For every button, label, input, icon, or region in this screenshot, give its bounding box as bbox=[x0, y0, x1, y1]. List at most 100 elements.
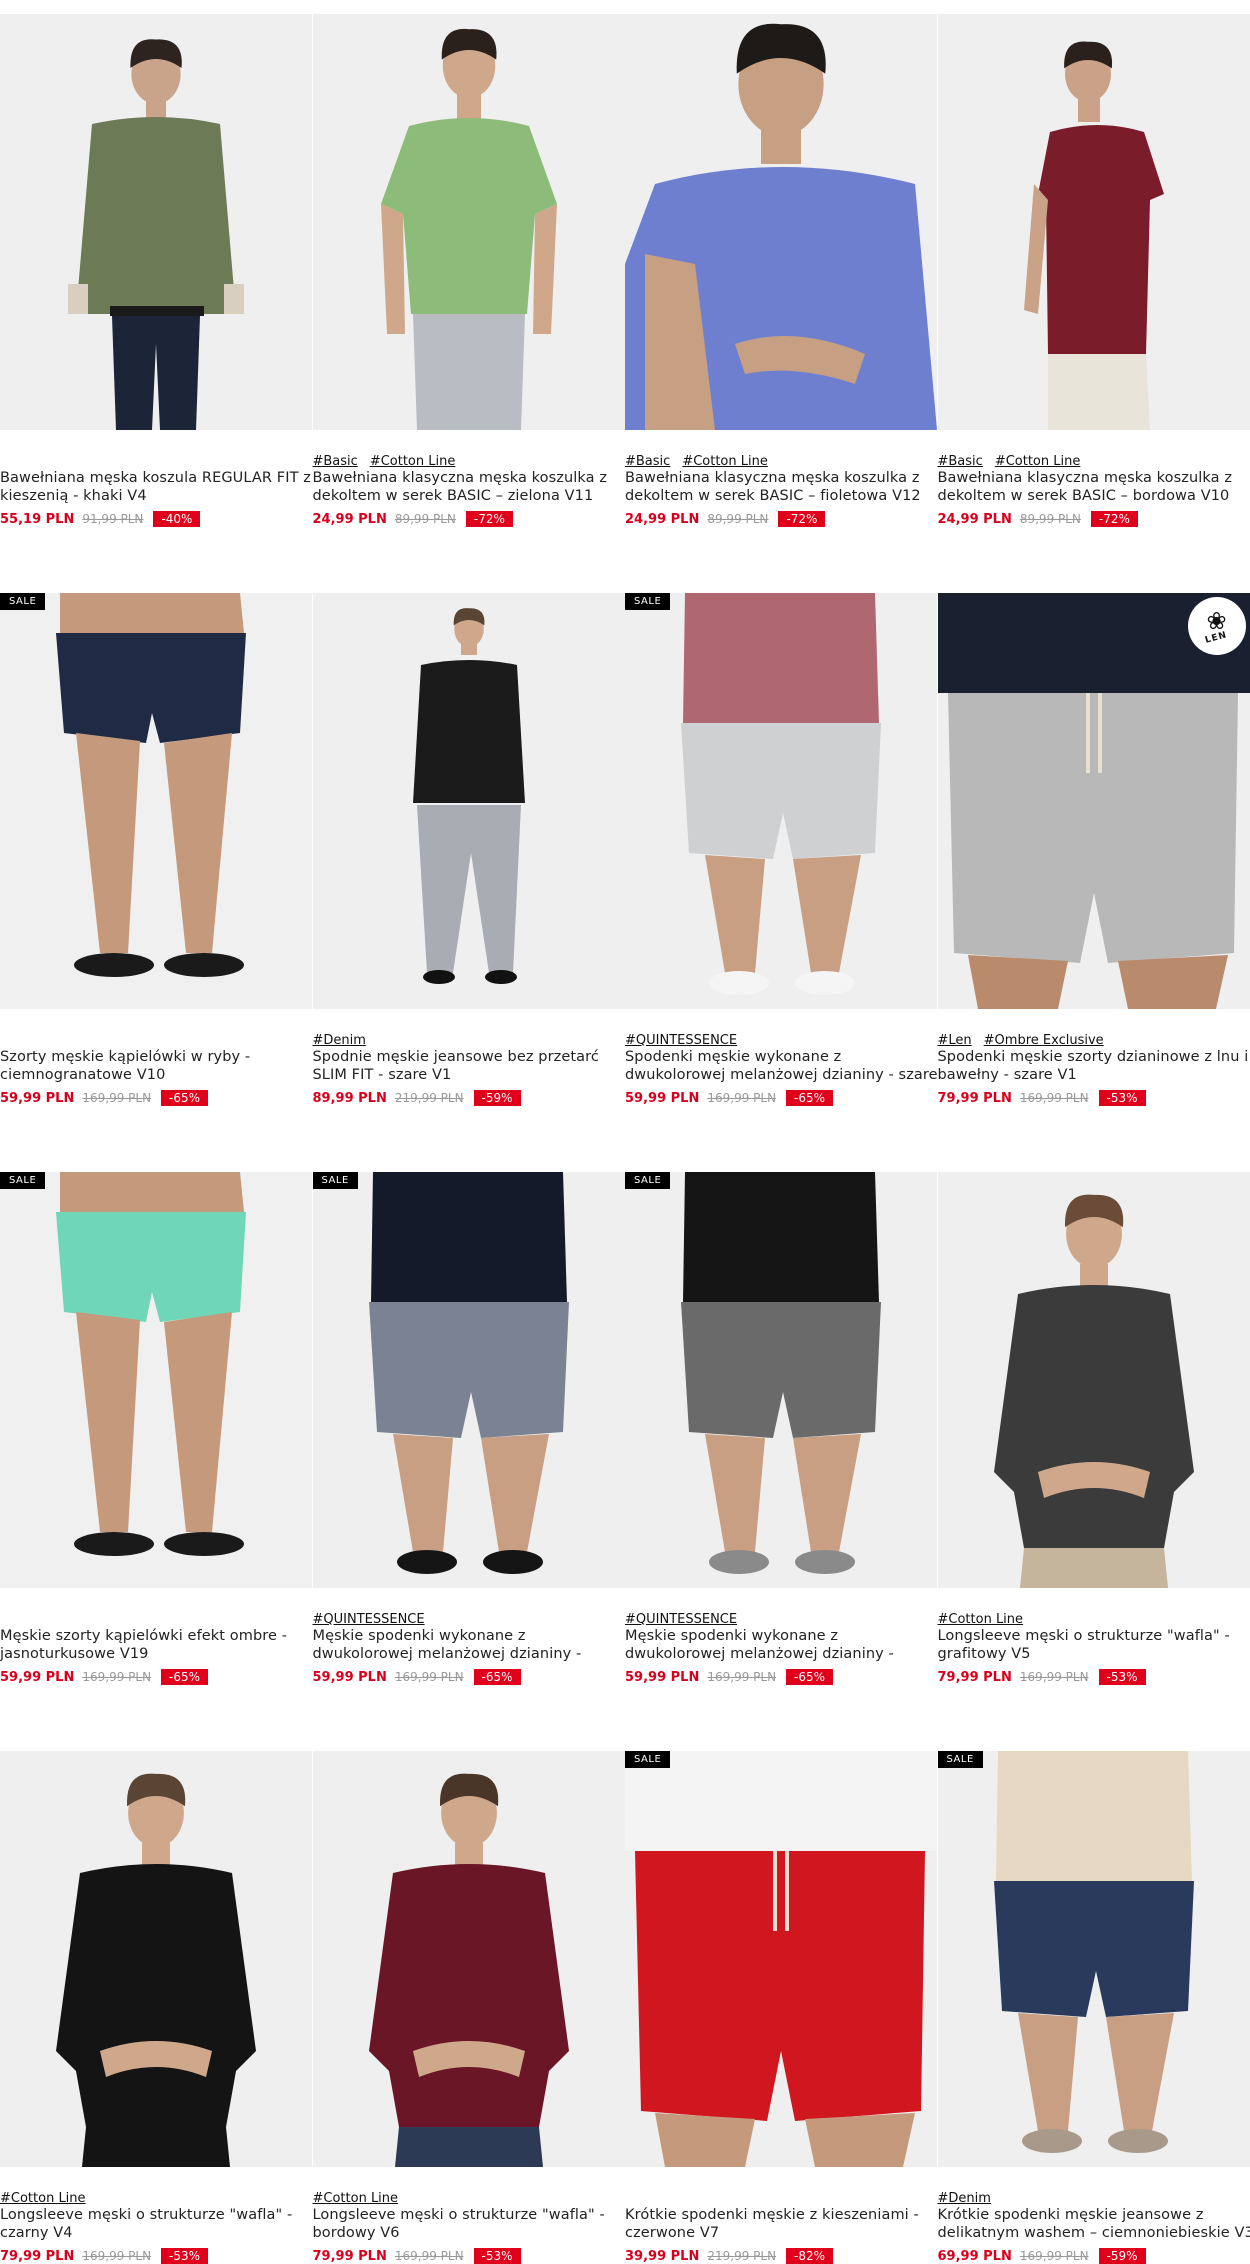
product-card[interactable]: SALE #QUINTESSENCESpodenki męskie wykonan… bbox=[625, 593, 937, 1106]
product-card[interactable]: SALESzorty męskie kąpielówki w ryby - ci… bbox=[0, 593, 312, 1106]
product-tag-link[interactable]: #Cotton Line bbox=[938, 1612, 1024, 1627]
product-title[interactable]: Męskie spodenki wykonane z dwukolorowej … bbox=[313, 1628, 631, 1663]
original-price: 219,99 PLN bbox=[395, 1091, 464, 1105]
product-card[interactable]: #Basic#Cotton LineBawełniana klasyczna m… bbox=[625, 14, 937, 527]
product-tag-link[interactable]: #Cotton Line bbox=[370, 454, 456, 469]
product-image[interactable] bbox=[313, 14, 625, 430]
product-title[interactable]: Bawełniana męska koszula REGULAR FIT z k… bbox=[0, 470, 318, 505]
product-tags bbox=[0, 454, 312, 470]
product-card[interactable]: Bawełniana męska koszula REGULAR FIT z k… bbox=[0, 14, 312, 527]
product-title[interactable]: Krótkie spodenki męskie jeansowe z delik… bbox=[938, 2207, 1250, 2242]
product-prices: 89,99 PLN219,99 PLN-59% bbox=[313, 1090, 625, 1106]
product-tag-link[interactable]: #Len bbox=[938, 1033, 972, 1048]
flower-icon: ❀ bbox=[1206, 609, 1226, 633]
product-card[interactable]: #DenimSpodnie męskie jeansowe bez przeta… bbox=[313, 593, 625, 1106]
product-image[interactable] bbox=[938, 1172, 1250, 1588]
product-card[interactable]: SALEKrótkie spodenki męskie z kieszeniam… bbox=[625, 1751, 937, 2264]
original-price: 169,99 PLN bbox=[1020, 1091, 1089, 1105]
product-card[interactable]: #Basic #Cotton LineBawełniana klasyczna m… bbox=[938, 14, 1250, 527]
discount-badge: -59% bbox=[474, 1090, 521, 1106]
product-tags: #Denim bbox=[313, 1033, 625, 1049]
product-prices: 39,99 PLN219,99 PLN-82% bbox=[625, 2248, 937, 2264]
product-prices: 79,99 PLN169,99 PLN-53% bbox=[938, 1669, 1250, 1685]
original-price: 169,99 PLN bbox=[1020, 1670, 1089, 1684]
product-title[interactable]: Spodenki męskie szorty dzianinowe z lnu … bbox=[938, 1049, 1250, 1084]
product-tag-link[interactable]: #Cotton Line bbox=[995, 454, 1081, 469]
product-card[interactable]: #Basic#Cotton LineBawełniana klasyczna m… bbox=[313, 14, 625, 527]
discount-badge: -72% bbox=[778, 511, 825, 527]
product-image[interactable]: SALE bbox=[625, 593, 937, 1009]
product-image[interactable]: SALE bbox=[625, 1172, 937, 1588]
product-title[interactable]: Męskie spodenki wykonane z dwukolorowej … bbox=[625, 1628, 943, 1663]
sale-price: 79,99 PLN bbox=[0, 2249, 74, 2264]
product-tag-link[interactable]: #Denim bbox=[313, 1033, 366, 1048]
original-price: 89,99 PLN bbox=[395, 512, 456, 526]
product-card[interactable]: #Cotton LineLongsleeve męski o strukturz… bbox=[313, 1751, 625, 2264]
product-title[interactable]: Męskie szorty kąpielówki efekt ombre - j… bbox=[0, 1628, 318, 1663]
product-title[interactable]: Szorty męskie kąpielówki w ryby - ciemno… bbox=[0, 1049, 318, 1084]
sale-price: 55,19 PLN bbox=[0, 512, 74, 527]
product-tag-link[interactable]: #Basic bbox=[938, 454, 983, 469]
product-tag-link[interactable]: #QUINTESSENCE bbox=[625, 1612, 737, 1627]
discount-badge: -82% bbox=[786, 2248, 833, 2264]
product-tag-link[interactable]: #Basic bbox=[313, 454, 358, 469]
product-card[interactable]: SALE #DenimKrótkie spodenki męskie jeanso… bbox=[938, 1751, 1250, 2264]
product-title[interactable]: Bawełniana klasyczna męska koszulka z de… bbox=[313, 470, 631, 505]
product-tag-link[interactable]: #Cotton Line bbox=[313, 2191, 399, 2206]
original-price: 169,99 PLN bbox=[395, 1670, 464, 1684]
product-tags: #Basic #Cotton Line bbox=[625, 454, 937, 470]
sale-badge: SALE bbox=[625, 593, 670, 610]
product-tag-link[interactable]: #QUINTESSENCE bbox=[625, 1033, 737, 1048]
sale-price: 59,99 PLN bbox=[313, 1670, 387, 1685]
sale-price: 59,99 PLN bbox=[625, 1091, 699, 1106]
discount-badge: -40% bbox=[153, 511, 200, 527]
product-info: #QUINTESSENCESpodenki męskie wykonane z … bbox=[625, 1009, 937, 1106]
product-title[interactable]: Krótkie spodenki męskie z kieszeniami - … bbox=[625, 2207, 943, 2242]
product-tag-link[interactable]: #Cotton Line bbox=[682, 454, 768, 469]
product-image[interactable] bbox=[0, 1751, 312, 2167]
product-image[interactable] bbox=[313, 593, 625, 1009]
sale-price: 79,99 PLN bbox=[313, 2249, 387, 2264]
product-image[interactable] bbox=[938, 14, 1250, 430]
product-title[interactable]: Longsleeve męski o strukturze "wafla" - … bbox=[938, 1628, 1250, 1663]
product-image[interactable] bbox=[0, 14, 312, 430]
product-image[interactable]: ❀LEN bbox=[938, 593, 1250, 1009]
product-prices: 55,19 PLN91,99 PLN-40% bbox=[0, 511, 312, 527]
product-title[interactable]: Spodnie męskie jeansowe bez przetarć SLI… bbox=[313, 1049, 631, 1084]
product-tags: #Denim bbox=[938, 2191, 1250, 2207]
product-info: #Cotton LineLongsleeve męski o strukturz… bbox=[0, 2167, 312, 2264]
product-tags bbox=[625, 2191, 937, 2207]
sale-price: 69,99 PLN bbox=[938, 2249, 1012, 2264]
product-image[interactable]: SALE bbox=[0, 1172, 312, 1588]
product-tag-link[interactable]: #Denim bbox=[938, 2191, 991, 2206]
product-tag-link[interactable]: #QUINTESSENCE bbox=[313, 1612, 425, 1627]
product-card[interactable]: #Cotton LineLongsleeve męski o strukturz… bbox=[0, 1751, 312, 2264]
product-tag-link[interactable]: #Basic bbox=[625, 454, 670, 469]
product-title[interactable]: Longsleeve męski o strukturze "wafla" - … bbox=[313, 2207, 631, 2242]
product-image[interactable]: SALE bbox=[313, 1172, 625, 1588]
discount-badge: -65% bbox=[474, 1669, 521, 1685]
product-title[interactable]: Spodenki męskie wykonane z dwukolorowej … bbox=[625, 1049, 943, 1084]
product-tag-link[interactable]: #Cotton Line bbox=[0, 2191, 86, 2206]
product-tags: #Cotton Line bbox=[313, 2191, 625, 2207]
product-card[interactable]: SALEMęskie szorty kąpielówki efekt ombre… bbox=[0, 1172, 312, 1685]
discount-badge: -65% bbox=[161, 1669, 208, 1685]
sale-badge: SALE bbox=[313, 1172, 358, 1189]
sale-price: 79,99 PLN bbox=[938, 1670, 1012, 1685]
product-card[interactable]: SALE#QUINTESSENCEMęskie spodenki wykonan… bbox=[313, 1172, 625, 1685]
product-image[interactable]: SALE bbox=[938, 1751, 1250, 2167]
discount-badge: -59% bbox=[1099, 2248, 1146, 2264]
product-card[interactable]: ❀LEN #Len #Ombre ExclusiveSpodenki męskie … bbox=[938, 593, 1250, 1106]
product-tag-link[interactable]: #Ombre Exclusive bbox=[984, 1033, 1104, 1048]
product-image[interactable] bbox=[625, 14, 937, 430]
product-image[interactable]: SALE bbox=[0, 593, 312, 1009]
product-tags bbox=[0, 1033, 312, 1049]
sale-price: 24,99 PLN bbox=[313, 512, 387, 527]
product-card[interactable]: SALE#QUINTESSENCEMęskie spodenki wykonan… bbox=[625, 1172, 937, 1685]
product-title[interactable]: Bawełniana klasyczna męska koszulka z de… bbox=[625, 470, 943, 505]
product-title[interactable]: Bawełniana klasyczna męska koszulka z de… bbox=[938, 470, 1250, 505]
product-title[interactable]: Longsleeve męski o strukturze "wafla" - … bbox=[0, 2207, 318, 2242]
product-image[interactable]: SALE bbox=[625, 1751, 937, 2167]
product-card[interactable]: #Cotton LineLongsleeve męski o strukturz… bbox=[938, 1172, 1250, 1685]
product-image[interactable] bbox=[313, 1751, 625, 2167]
